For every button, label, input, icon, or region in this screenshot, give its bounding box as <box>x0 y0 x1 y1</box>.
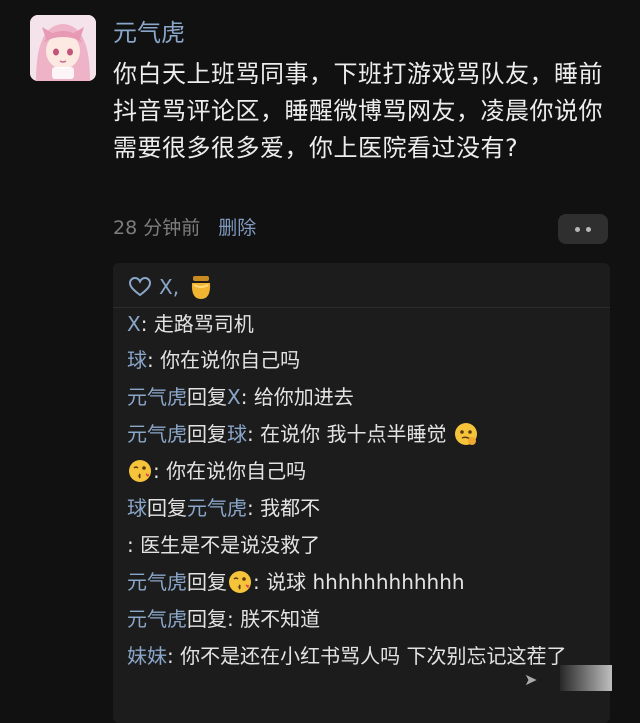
like-user-name[interactable]: X, <box>159 275 179 299</box>
reply-item[interactable]: 球: 你在说你自己吗 <box>127 345 300 375</box>
reply-text: 你不是还在小红书骂人吗 下次别忘记这茬了 <box>180 644 567 668</box>
reply-item[interactable]: : 医生是不是说没救了 <box>127 530 320 560</box>
heart-icon[interactable] <box>129 277 151 297</box>
reply-author[interactable]: 元气虎 <box>127 385 187 409</box>
reply-target[interactable]: 元气虎 <box>187 496 247 520</box>
reply-item[interactable]: 元气虎回复X: 给你加进去 <box>127 382 354 412</box>
reply-text: 我都不 <box>260 496 321 520</box>
scroll-hint-icon: ➤ <box>524 670 538 689</box>
reply-text: 说球 hhhhhhhhhhhh <box>266 570 465 594</box>
reply-text: 朕不知道 <box>240 607 321 631</box>
reply-author[interactable]: 元气虎 <box>127 422 187 446</box>
reply-text: 走路骂司机 <box>153 312 254 336</box>
more-dots-icon <box>575 226 580 232</box>
delete-button[interactable]: 删除 <box>218 217 256 239</box>
reply-author[interactable]: 妹妹 <box>127 644 167 668</box>
reply-item[interactable]: 元气虎回复: 朕不知道 <box>127 604 320 634</box>
reply-target[interactable]: 球 <box>227 422 247 446</box>
reply-author[interactable]: 球 <box>127 348 147 372</box>
reply-author[interactable]: 元气虎 <box>127 570 187 594</box>
more-dots-icon <box>586 226 591 232</box>
reply-text: 医生是不是说没救了 <box>140 533 321 557</box>
reply-author[interactable]: X <box>127 312 141 336</box>
honey-jar-icon <box>191 276 211 299</box>
likes-row: X, <box>129 271 215 303</box>
post-username[interactable]: 元气虎 <box>113 18 185 48</box>
reply-author[interactable]: 球 <box>127 496 147 520</box>
reply-text: 你在说你自己吗 <box>166 459 307 483</box>
divider <box>113 307 610 308</box>
reply-text: 给你加进去 <box>253 385 354 409</box>
reply-text: 在说你 我十点半睡觉 <box>260 422 447 446</box>
reply-panel: X, X: 走路骂司机 球: 你在说你自己吗 元气虎回复X: 给你加进去 元气虎… <box>113 263 610 723</box>
reply-item[interactable]: : 你在说你自己吗 <box>127 456 306 486</box>
reply-item[interactable]: 妹妹: 你不是还在小红书骂人吗 下次别忘记这茬了 <box>127 641 599 671</box>
user-avatar[interactable] <box>30 15 96 81</box>
kissing-face-icon[interactable] <box>127 458 153 484</box>
reply-author[interactable]: 元气虎 <box>127 607 187 631</box>
post-content: 你白天上班骂同事，下班打游戏骂队友，睡前抖音骂评论区，睡醒微博骂网友，凌晨你说你… <box>113 60 603 162</box>
post-meta: 28 分钟前 删除 <box>113 214 256 242</box>
more-options-button[interactable] <box>558 214 608 244</box>
watermark-patch <box>560 665 612 691</box>
reply-text: 你在说你自己吗 <box>160 348 301 372</box>
anime-girl-avatar-icon <box>30 15 96 81</box>
reply-item[interactable]: 元气虎回复球: 在说你 我十点半睡觉 <box>127 419 479 449</box>
reply-item[interactable]: 元气虎回复 : 说球 hhhhhhhhhhhh <box>127 567 465 597</box>
reply-target[interactable]: X <box>227 385 241 409</box>
thinking-face-icon <box>454 423 477 445</box>
reply-item[interactable]: X: 走路骂司机 <box>127 309 254 339</box>
post-timestamp: 28 分钟前 <box>113 217 201 239</box>
reply-item[interactable]: 球回复元气虎: 我都不 <box>127 493 320 523</box>
kissing-face-icon[interactable] <box>227 569 253 595</box>
